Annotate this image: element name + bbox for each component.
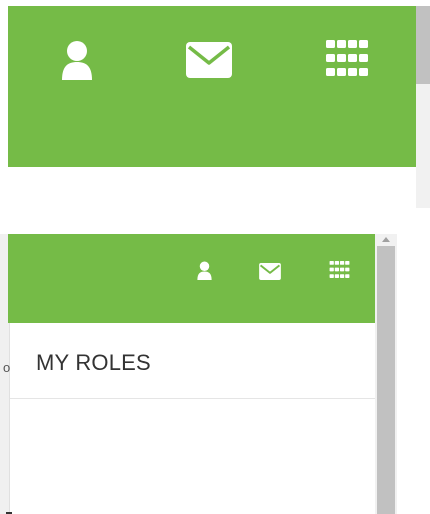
mail-icon[interactable] xyxy=(259,263,281,280)
user-icon[interactable] xyxy=(196,261,213,280)
scrollbar-thumb-zoomed[interactable] xyxy=(416,6,430,84)
cropped-text: o xyxy=(3,360,11,375)
user-icon[interactable] xyxy=(60,40,94,80)
my-roles-title: MY ROLES xyxy=(36,350,151,375)
mail-icon[interactable] xyxy=(186,42,232,78)
scroll-up-arrow-icon[interactable] xyxy=(380,234,392,244)
app-header-zoomed xyxy=(8,6,416,167)
roles-panel: MY ROLES xyxy=(0,234,400,514)
apps-grid-icon[interactable] xyxy=(329,261,350,278)
screenshot-stage: MY ROLES o xyxy=(0,0,430,514)
app-header xyxy=(8,234,375,323)
scrollbar-zoomed[interactable] xyxy=(416,6,430,208)
scrollbar-thumb[interactable] xyxy=(377,246,395,514)
scrollbar[interactable] xyxy=(375,234,397,514)
zoomed-header-panel xyxy=(0,0,430,212)
apps-grid-icon[interactable] xyxy=(326,40,368,76)
my-roles-section: MY ROLES xyxy=(10,323,375,399)
